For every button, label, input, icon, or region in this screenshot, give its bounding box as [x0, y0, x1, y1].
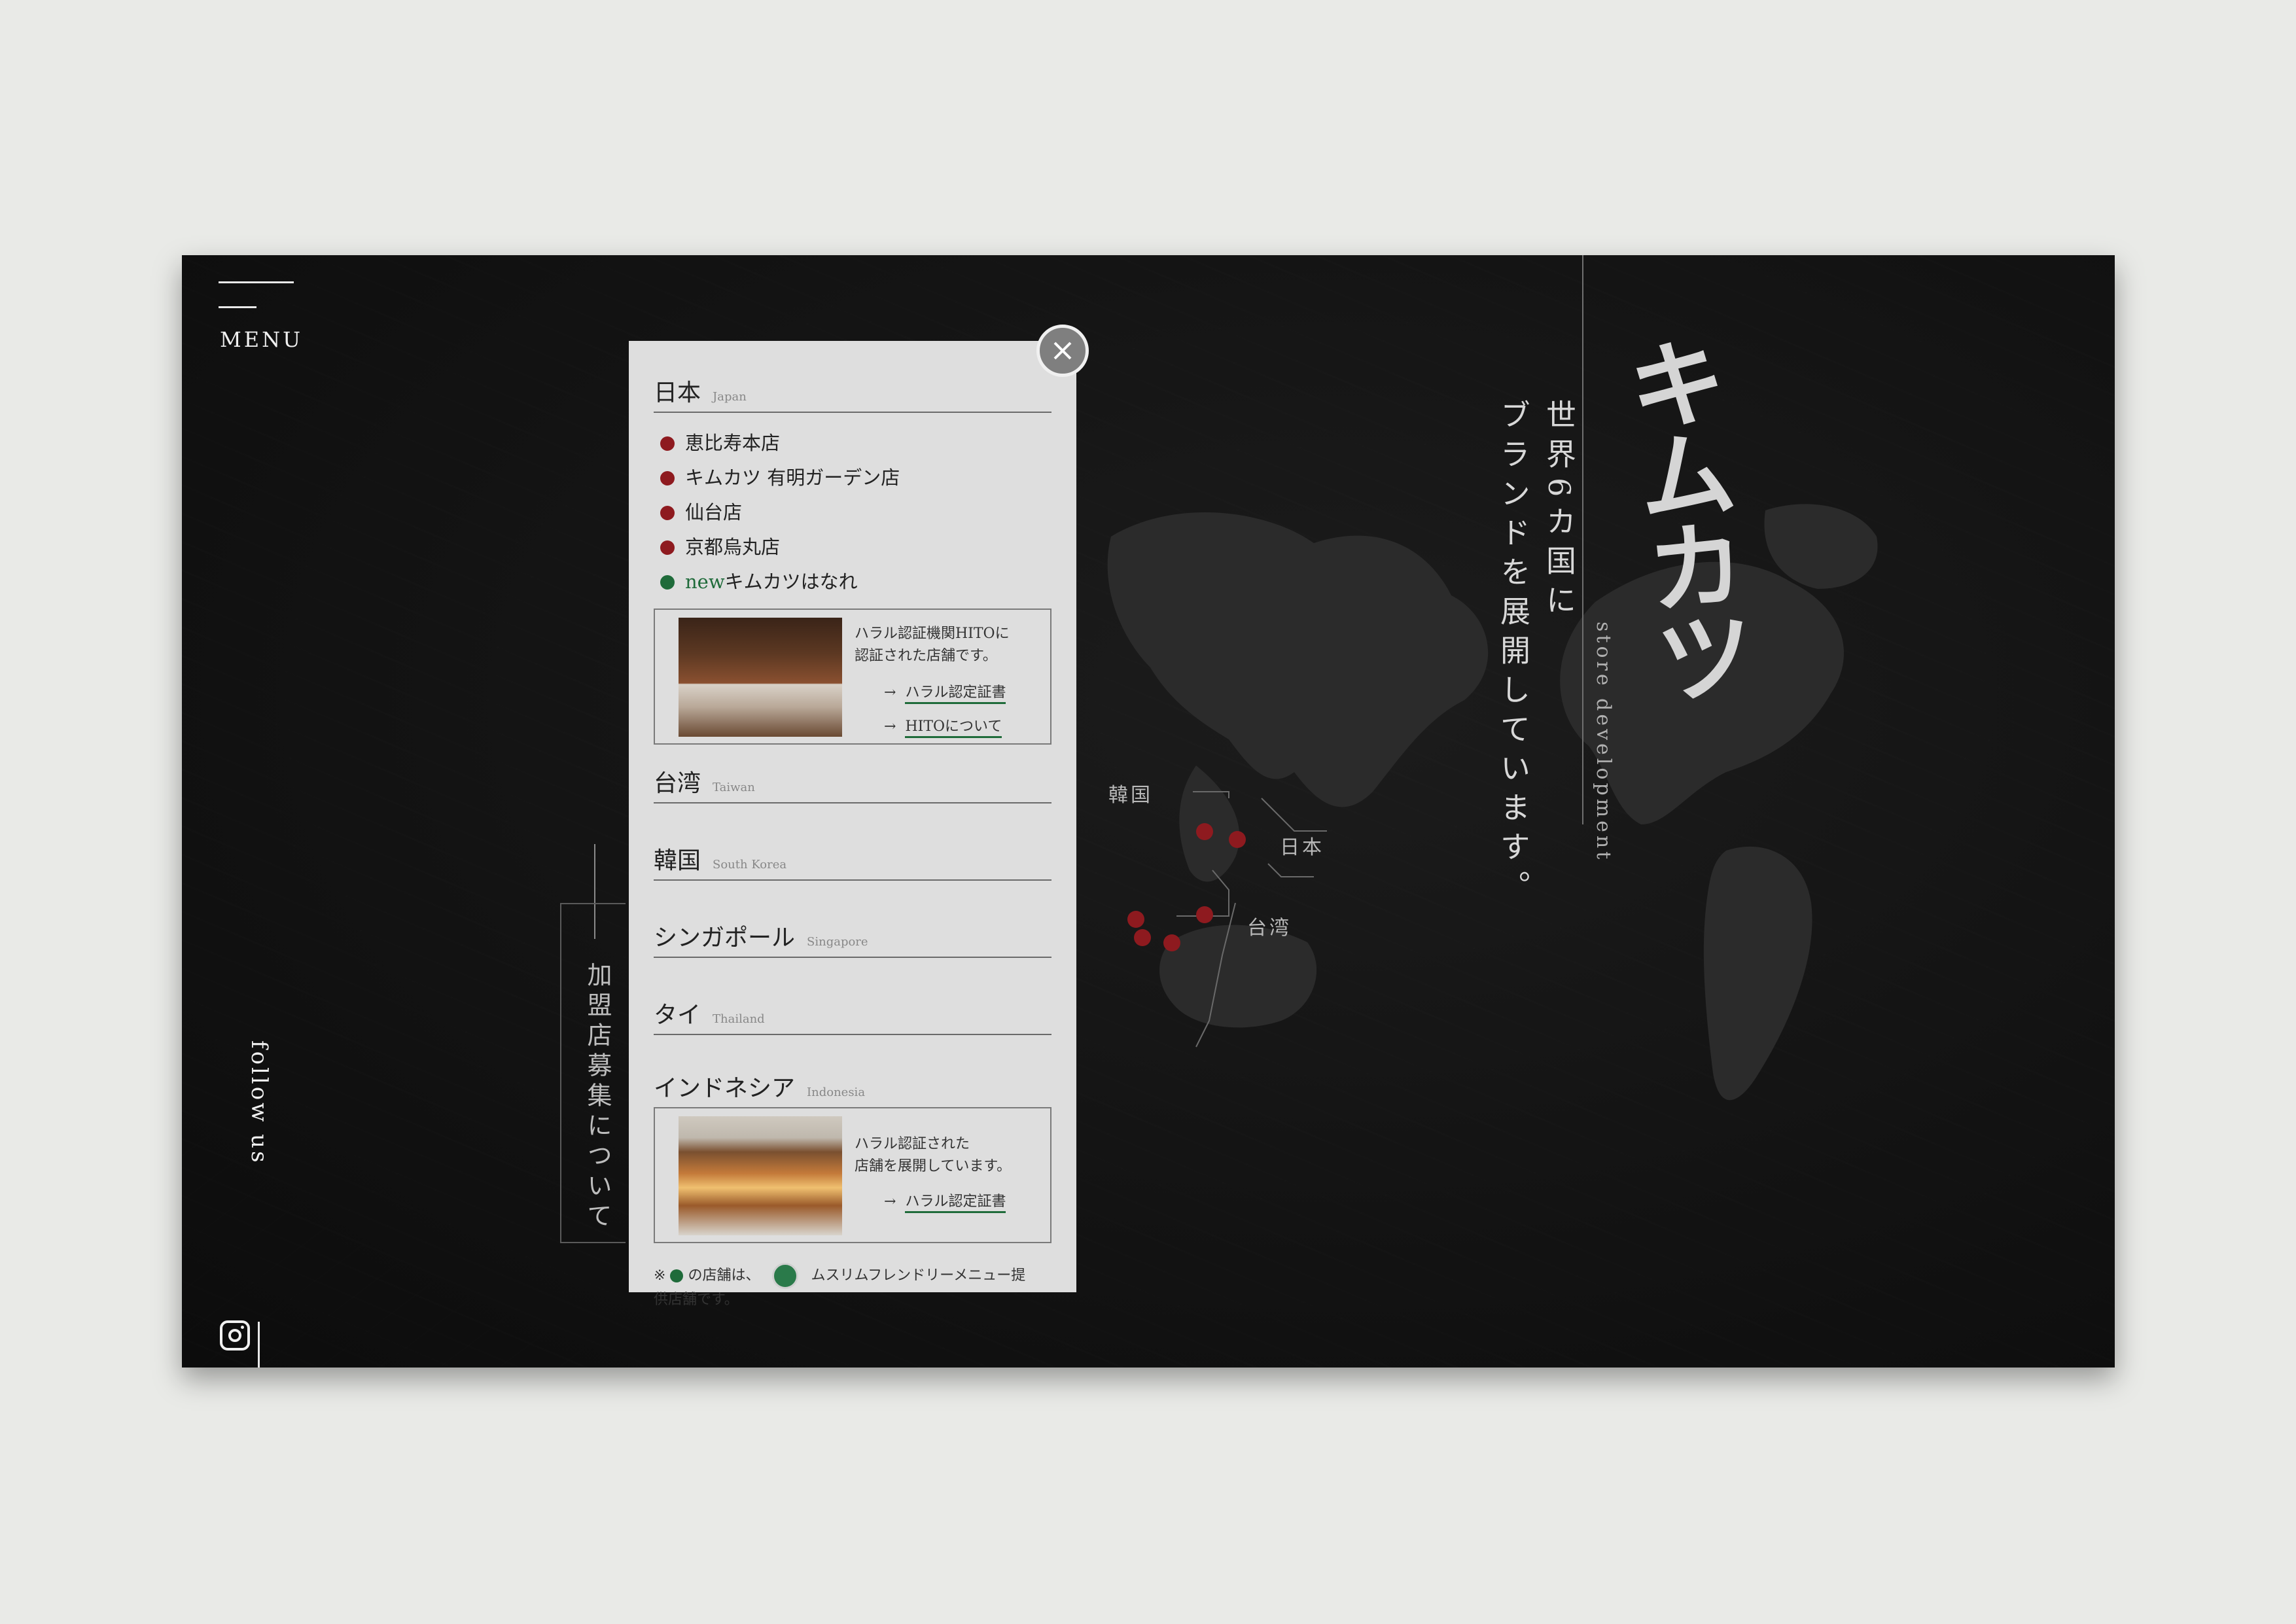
menu-line-icon [219, 281, 294, 283]
country-singapore[interactable]: シンガポール Singapore [654, 919, 1051, 958]
country-south-korea[interactable]: 韓国 South Korea [654, 841, 1051, 881]
menu-line-icon [219, 306, 256, 308]
new-badge: new [685, 571, 725, 593]
leader-line [1261, 798, 1327, 832]
halal-info-indonesia: ハラル認証された 店舗を展開しています。 → ハラル認定証書 [654, 1107, 1051, 1243]
halal-info-japan: ハラル認証機関HITOに 認証された店舗です。 → ハラル認定証書 → HITOにつ… [654, 609, 1051, 745]
store-dot-japan[interactable] [1229, 831, 1246, 848]
close-icon[interactable] [1036, 325, 1089, 377]
country-japan[interactable]: 日本 Japan [654, 374, 1051, 413]
halal-certificate-link[interactable]: → ハラル認定証書 [884, 1190, 1006, 1213]
map-label-korea[interactable]: 韓国 [1108, 779, 1153, 807]
headline-line1: 世界6カ国に [1542, 399, 1577, 624]
menu-label: MENU [220, 327, 304, 352]
halal-certificate-link[interactable]: → ハラル認定証書 [884, 680, 1006, 704]
greenland-shape [1764, 504, 1878, 589]
country-name-en: Indonesia [807, 1086, 866, 1099]
country-name: タイ [654, 1002, 701, 1029]
store-development-label: store development [1592, 622, 1615, 863]
store-item[interactable]: 恵比寿本店 [654, 426, 1051, 461]
divider [258, 1322, 260, 1368]
store-dot-korea[interactable] [1196, 823, 1213, 840]
country-name: 日本 [654, 380, 701, 406]
franchise-label: 加盟店募集について [583, 962, 612, 1233]
country-name: シンガポール [654, 925, 796, 951]
south-america-shape [1703, 846, 1812, 1101]
country-thailand[interactable]: タイ Thailand [654, 996, 1051, 1035]
country-name: 韓国 [654, 847, 701, 874]
arrow-icon: → [884, 684, 896, 701]
store-dot-singapore[interactable] [1134, 929, 1151, 946]
hito-about-link[interactable]: → HITOについて [884, 715, 1002, 738]
asia-shape [1107, 512, 1489, 807]
instagram-icon[interactable] [220, 1320, 250, 1350]
headline: 世界6カ国に ブランドを展開しています。 [1491, 399, 1582, 909]
store-item[interactable]: 京都烏丸店 [654, 530, 1051, 565]
halal-description: ハラル認証された 店舗を展開しています。 [855, 1136, 1012, 1174]
menu-button[interactable]: MENU [219, 281, 304, 360]
follow-us-label: follow us [246, 1040, 272, 1165]
arrow-icon: → [884, 718, 896, 735]
country-name: 台湾 [654, 770, 701, 797]
store-item[interactable]: 仙台店 [654, 495, 1051, 530]
store-development-page: MENU follow us 加盟店募集について 韓国 日本 台湾 世界6カ国に… [182, 255, 2115, 1368]
headline-line2: ブランドを展開しています。 [1496, 399, 1531, 909]
muslim-friendly-icon [772, 1263, 799, 1289]
store-dot-taiwan[interactable] [1196, 906, 1213, 923]
country-name-en: Singapore [807, 935, 868, 949]
country-name-en: Taiwan [713, 781, 755, 794]
halal-description: ハラル認証機関HITOに 認証された店舗です。 [855, 626, 1010, 664]
country-name-en: Japan [713, 390, 747, 404]
follow-us: follow us [221, 1040, 300, 1368]
country-taiwan[interactable]: 台湾 Taiwan [654, 764, 1051, 803]
country-indonesia[interactable]: インドネシア Indonesia [654, 1069, 1051, 1103]
restaurant-photo [679, 618, 842, 737]
country-name-en: South Korea [713, 858, 787, 872]
leader-line [1267, 863, 1314, 877]
store-item[interactable]: キムカツ 有明ガーデン店 [654, 461, 1051, 495]
southeast-asia-shape [1179, 766, 1240, 882]
country-name: インドネシア [654, 1075, 796, 1102]
store-list-panel: 日本 Japan 恵比寿本店 キムカツ 有明ガーデン店 仙台店 京都烏丸店 new… [629, 341, 1076, 1308]
map-label-taiwan[interactable]: 台湾 [1247, 911, 1292, 940]
store-dot-thailand[interactable] [1127, 911, 1144, 928]
map-label-japan[interactable]: 日本 [1280, 831, 1324, 860]
japan-store-list: 恵比寿本店 キムカツ 有明ガーデン店 仙台店 京都烏丸店 newキムカツはなれ [654, 426, 1051, 599]
arrow-icon: → [884, 1193, 896, 1210]
store-dot-indonesia[interactable] [1163, 934, 1180, 951]
australia-shape [1159, 925, 1317, 1028]
shop-photo [679, 1116, 842, 1235]
country-name-en: Thailand [713, 1012, 765, 1026]
divider [1582, 255, 1583, 824]
muslim-friendly-note: ※ の店舗は、 ムスリムフレンドリーメニュー提 供店舗です。 [654, 1263, 1051, 1311]
store-item[interactable]: newキムカツはなれ [654, 565, 1051, 599]
green-dot-icon [670, 1269, 684, 1282]
